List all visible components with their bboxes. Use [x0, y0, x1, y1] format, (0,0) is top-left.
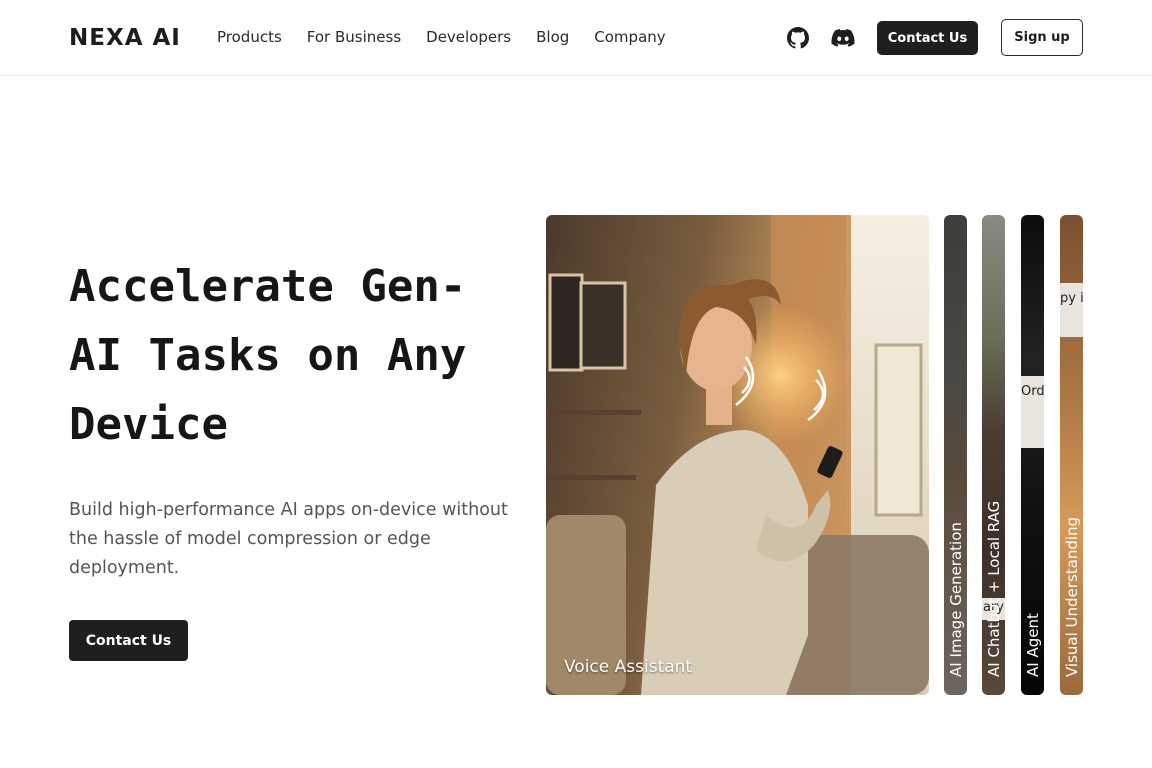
discord-icon[interactable] — [831, 27, 855, 49]
voice-assistant-label: Voice Assistant — [564, 657, 693, 677]
voice-assistant-illustration — [546, 215, 929, 695]
visual-understanding-label: Visual Understanding — [1062, 516, 1081, 677]
nav-for-business[interactable]: For Business — [307, 27, 401, 47]
nav-blog[interactable]: Blog — [536, 27, 569, 47]
voice-assistant-card[interactable]: Voice Assistant — [546, 215, 929, 695]
nav-company[interactable]: Company — [594, 27, 665, 47]
hero-title: Accelerate Gen-AI Tasks on Any Device — [69, 261, 467, 450]
image-generation-card[interactable]: AI Image Generation — [944, 215, 967, 695]
main-nav: Products For Business Developers Blog Co… — [217, 27, 691, 47]
ai-agent-label: AI Agent — [1023, 613, 1042, 677]
visual-understanding-card[interactable]: py is y. Visual Understanding — [1060, 215, 1083, 695]
top-nav-bar: NEXA AI Products For Business Developers… — [0, 0, 1152, 76]
image-generation-label: AI Image Generation — [946, 522, 965, 677]
chatbot-rag-card[interactable]: ary AI Chatbot + Local RAG — [982, 215, 1005, 695]
hero-contact-us-button[interactable]: Contact Us — [69, 620, 188, 661]
sign-up-button[interactable]: Sign up — [1001, 19, 1083, 56]
nexa-ai-logo[interactable]: NEXA AI — [69, 26, 181, 50]
ai-agent-card[interactable]: Orde from deliv AI Agent — [1021, 215, 1044, 695]
nav-products[interactable]: Products — [217, 27, 282, 47]
ai-agent-preview-text: Orde from deliv — [1021, 376, 1044, 448]
hero-subtitle: Build high-performance AI apps on-device… — [69, 500, 508, 578]
nav-developers[interactable]: Developers — [426, 27, 511, 47]
header-contact-us-button[interactable]: Contact Us — [877, 21, 978, 55]
github-icon[interactable] — [787, 27, 809, 49]
chatbot-rag-label: AI Chatbot + Local RAG — [984, 500, 1003, 677]
visual-understanding-preview-text: py is y. — [1060, 283, 1083, 337]
